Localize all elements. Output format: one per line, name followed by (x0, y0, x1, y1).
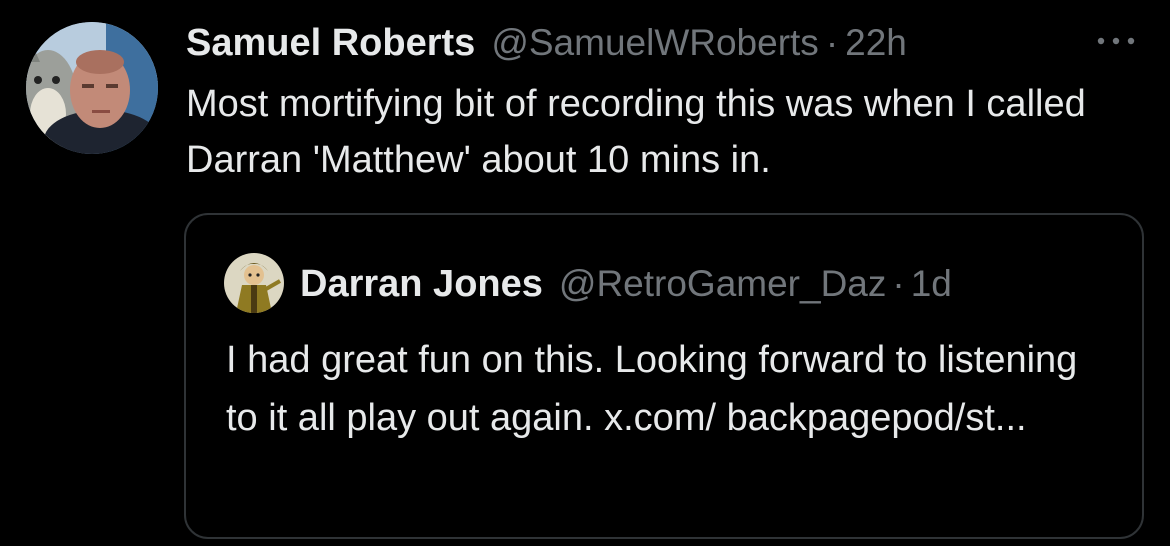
quoted-tweet-text: I had great fun on this. Looking forward… (226, 339, 1078, 439)
quoted-author-display-name: Darran Jones (300, 262, 543, 305)
more-options-button[interactable] (1092, 26, 1140, 56)
quoted-author-avatar (224, 253, 284, 313)
tweet-text: Most mortifying bit of recording this wa… (186, 83, 1086, 181)
quoted-tweet[interactable]: Darran Jones @RetroGamer_Daz · 1d I had … (184, 213, 1144, 539)
quoted-separator-dot: · (892, 263, 905, 304)
quoted-tweet-timestamp: 1d (910, 263, 952, 304)
author-handle[interactable]: @SamuelWRoberts (491, 22, 819, 64)
tweet-header: Samuel Roberts @SamuelWRoberts · 22h (186, 18, 907, 68)
author-display-name[interactable]: Samuel Roberts (186, 22, 475, 65)
avatar-image (26, 22, 158, 154)
quoted-author-handle: @RetroGamer_Daz (558, 263, 887, 304)
quoted-tweet-header: Darran Jones @RetroGamer_Daz · 1d (300, 259, 952, 309)
author-avatar[interactable] (26, 22, 158, 154)
separator-dot: · (825, 22, 839, 63)
quoted-avatar-image (224, 253, 284, 313)
tweet[interactable]: Samuel Roberts @SamuelWRoberts · 22h Mos… (0, 0, 1170, 546)
more-horizontal-icon (1097, 37, 1135, 45)
tweet-timestamp[interactable]: 22h (845, 22, 907, 64)
